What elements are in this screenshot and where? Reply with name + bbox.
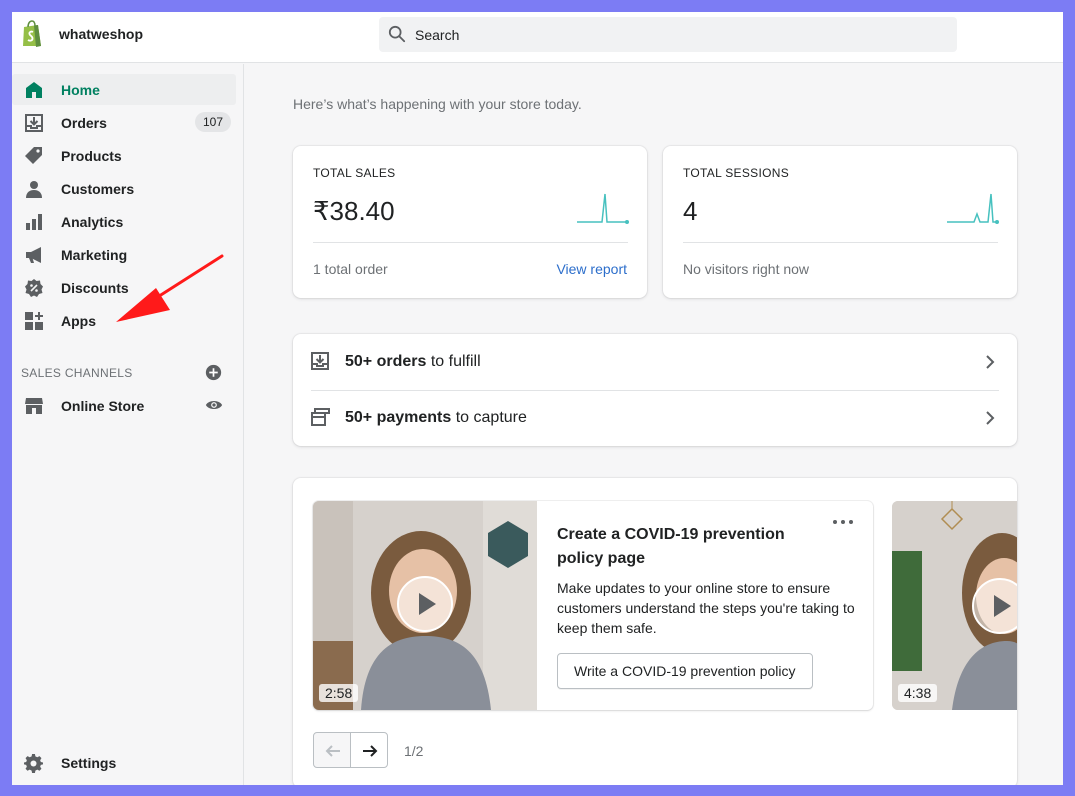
search-input[interactable]: Search xyxy=(379,17,957,52)
video-description: Make updates to your online store to ens… xyxy=(557,580,855,636)
next-page-button[interactable] xyxy=(350,732,388,768)
total-sales-value: ₹38.40 xyxy=(313,196,395,226)
sidebar-item-label: Products xyxy=(61,148,122,164)
sidebar-item-label: Analytics xyxy=(61,214,124,230)
play-button-icon[interactable] xyxy=(397,576,453,632)
total-sessions-title: TOTAL SESSIONS xyxy=(683,166,790,180)
sidebar-item-online-store[interactable]: Online Store xyxy=(12,390,236,421)
payment-icon xyxy=(311,408,330,426)
video-carousel-card: 2:58 Create a COVID-19 prevention policy… xyxy=(293,478,1017,785)
gear-icon xyxy=(24,753,43,773)
arrow-right-icon xyxy=(363,745,378,757)
discount-icon xyxy=(25,279,43,297)
sidebar-item-label: Settings xyxy=(61,755,117,771)
sidebar-item-home[interactable]: Home xyxy=(12,74,236,105)
add-sales-channel-icon[interactable] xyxy=(205,364,222,381)
page-count: 1/2 xyxy=(404,743,424,759)
store-icon xyxy=(25,398,43,414)
bar-chart-icon xyxy=(26,214,42,230)
divider xyxy=(683,242,998,243)
annotation-arrow-icon xyxy=(116,254,224,322)
eye-icon[interactable] xyxy=(205,398,223,412)
sessions-sparkline xyxy=(947,193,999,224)
total-orders-text: 1 total order xyxy=(313,261,388,277)
orders-count-badge: 107 xyxy=(195,112,232,132)
person-icon xyxy=(26,181,42,198)
sidebar-item-analytics[interactable]: Analytics xyxy=(12,206,236,237)
top-bar: whatweshop Search xyxy=(12,12,1063,63)
search-icon xyxy=(388,25,406,43)
app-window: whatweshop Search Home Orders 107 Produc… xyxy=(12,12,1063,785)
previous-page-button[interactable] xyxy=(313,732,351,768)
divider xyxy=(313,242,628,243)
payments-to-capture-text: 50+ payments to capture xyxy=(345,409,527,426)
chevron-right-icon xyxy=(986,355,995,369)
tasks-card: 50+ orders to fulfill 50+ payments to ca… xyxy=(293,334,1017,446)
orders-icon xyxy=(25,114,43,132)
total-sessions-card: TOTAL SESSIONS 4 No visitors right now xyxy=(663,146,1017,298)
sidebar-item-customers[interactable]: Customers xyxy=(12,173,236,204)
more-options-icon[interactable] xyxy=(831,517,855,527)
sidebar-item-label: Online Store xyxy=(61,398,145,414)
search-placeholder: Search xyxy=(415,27,460,43)
chevron-right-icon xyxy=(986,411,995,425)
page-greeting: Here’s what’s happening with your store … xyxy=(293,96,582,112)
shop-name[interactable]: whatweshop xyxy=(59,26,143,42)
video-duration: 2:58 xyxy=(319,684,359,702)
fulfill-icon xyxy=(311,352,329,370)
orders-to-fulfill-text: 50+ orders to fulfill xyxy=(345,353,481,370)
shopify-logo-icon[interactable] xyxy=(20,20,44,48)
video-card: 2:58 Create a COVID-19 prevention policy… xyxy=(313,501,873,710)
video-thumbnail[interactable]: 2:58 xyxy=(313,501,537,710)
sidebar-item-products[interactable]: Products xyxy=(12,140,236,171)
visitors-status-text: No visitors right now xyxy=(683,261,810,277)
orders-to-fulfill-row[interactable]: 50+ orders to fulfill xyxy=(293,334,1017,391)
video-duration: 4:38 xyxy=(898,684,938,702)
payments-to-capture-row[interactable]: 50+ payments to capture xyxy=(293,390,1017,446)
tag-icon xyxy=(25,147,42,164)
total-sales-card: TOTAL SALES ₹38.40 1 total order View re… xyxy=(293,146,647,298)
video-card-next[interactable]: 4:38 xyxy=(892,501,1017,710)
arrow-left-icon xyxy=(325,745,340,757)
video-title: Create a COVID-19 prevention policy page xyxy=(557,526,785,567)
main-content: Here’s what’s happening with your store … xyxy=(245,64,1063,785)
total-sessions-value: 4 xyxy=(683,196,698,226)
sidebar: Home Orders 107 Products Customers Analy… xyxy=(12,64,244,785)
megaphone-icon xyxy=(26,247,41,263)
sidebar-item-label: Home xyxy=(61,82,100,98)
home-icon xyxy=(26,82,42,98)
sidebar-item-settings[interactable]: Settings xyxy=(12,747,236,778)
write-covid-policy-button[interactable]: Write a COVID-19 prevention policy xyxy=(557,653,813,689)
view-report-link[interactable]: View report xyxy=(556,261,627,277)
total-sales-title: TOTAL SALES xyxy=(313,166,396,180)
sidebar-item-label: Orders xyxy=(61,115,107,131)
sidebar-item-orders[interactable]: Orders 107 xyxy=(12,107,236,138)
sidebar-item-label: Apps xyxy=(61,313,96,329)
sidebar-item-label: Customers xyxy=(61,181,135,197)
apps-icon xyxy=(25,312,43,330)
play-button-icon[interactable] xyxy=(972,578,1017,634)
sales-channels-heading: SALES CHANNELS xyxy=(21,366,133,380)
sales-sparkline xyxy=(577,193,629,224)
